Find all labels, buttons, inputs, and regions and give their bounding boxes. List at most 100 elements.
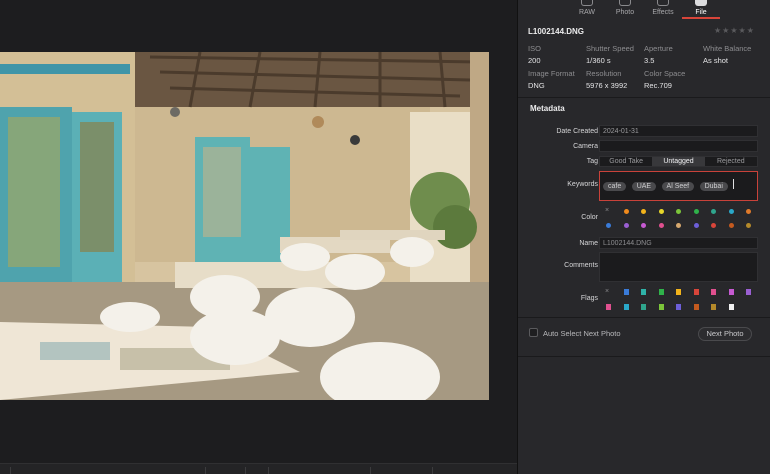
flag-icon[interactable] [658, 304, 664, 310]
inspector-tabs: RAW Photo Effects File [518, 0, 770, 19]
date-created-field[interactable]: 2024-01-31 [599, 125, 758, 137]
tag-option-good-take[interactable]: Good Take [600, 157, 652, 166]
viewer-toolbar [0, 463, 517, 474]
app-window: RAW Photo Effects File L1002144.DNG ★★★★… [0, 0, 770, 474]
flag-icon[interactable] [658, 289, 664, 295]
keyword-chip[interactable]: Dubai [699, 182, 728, 191]
keywords-field[interactable]: cafe UAE Al Seef Dubai [599, 171, 758, 201]
resolution-label: Resolution [586, 69, 622, 78]
image-format-label: Image Format [528, 69, 575, 78]
photo-image [0, 52, 489, 400]
name-field[interactable]: L1002144.DNG [599, 237, 758, 249]
white-balance-label: White Balance [703, 44, 752, 53]
comments-label: Comments [564, 262, 598, 269]
divider [518, 356, 770, 357]
toolbar-icon[interactable] [432, 467, 433, 474]
keyword-chip[interactable]: UAE [631, 182, 657, 191]
color-none-option[interactable]: × [605, 207, 609, 214]
flag-icon[interactable] [623, 304, 629, 310]
color-label: Color [581, 214, 598, 221]
shutter-value: 1/360 s [586, 56, 611, 65]
flag-icon[interactable] [693, 289, 699, 295]
metadata-section-title: Metadata [530, 104, 565, 113]
toolbar-icon[interactable] [205, 467, 206, 474]
flag-icon[interactable] [676, 304, 681, 310]
color-swatch[interactable] [728, 209, 734, 214]
divider [518, 317, 770, 318]
iso-label: ISO [528, 44, 541, 53]
flag-icon[interactable] [623, 289, 629, 295]
auto-select-checkbox[interactable] [529, 328, 538, 337]
tag-option-rejected[interactable]: Rejected [705, 157, 757, 166]
toolbar-icon[interactable] [268, 467, 269, 474]
inspector-panel: RAW Photo Effects File L1002144.DNG ★★★★… [517, 0, 770, 474]
color-swatch[interactable] [711, 223, 716, 228]
resolution-value: 5976 x 3992 [586, 81, 628, 90]
iso-value: 200 [528, 56, 541, 65]
next-photo-button[interactable]: Next Photo [698, 327, 752, 341]
color-swatch[interactable] [658, 209, 664, 214]
color-swatch[interactable] [658, 223, 664, 228]
photo-icon [619, 0, 631, 6]
color-swatch[interactable] [641, 223, 646, 228]
keywords-label: Keywords [567, 181, 598, 188]
color-swatch[interactable] [693, 209, 699, 214]
color-swatch[interactable] [728, 223, 734, 228]
white-balance-value: As shot [703, 56, 729, 65]
aperture-value: 3.5 [644, 56, 655, 65]
flag-icon[interactable] [728, 304, 734, 310]
color-swatch[interactable] [641, 209, 646, 214]
shutter-label: Shutter Speed [586, 44, 634, 53]
color-swatch[interactable] [606, 223, 611, 228]
color-swatch[interactable] [623, 209, 629, 214]
effects-icon [657, 0, 669, 6]
keyword-chip[interactable]: cafe [603, 182, 627, 191]
color-swatch[interactable] [746, 209, 751, 214]
tab-effects[interactable]: Effects [649, 0, 677, 19]
flags-label: Flags [580, 295, 598, 302]
color-swatch[interactable] [676, 223, 681, 228]
keyword-chip[interactable]: Al Seef [661, 182, 695, 191]
flag-icon[interactable] [606, 304, 611, 310]
auto-select-label: Auto Select Next Photo [543, 329, 621, 338]
file-name-title: L1002144.DNG [528, 27, 585, 36]
flag-icon[interactable] [641, 304, 646, 310]
aperture-label: Aperture [644, 44, 673, 53]
tag-segmented-control: Good Take Untagged Rejected [599, 156, 758, 167]
toolbar-icon[interactable] [10, 467, 11, 474]
comments-field[interactable] [599, 252, 758, 282]
text-caret [733, 178, 735, 189]
flag-icon[interactable] [746, 289, 751, 295]
camera-label: Camera [573, 143, 598, 150]
divider [518, 97, 770, 98]
color-swatch[interactable] [711, 209, 716, 214]
color-swatch[interactable] [693, 223, 699, 228]
flag-icon[interactable] [711, 304, 716, 310]
tag-label: Tag [586, 158, 598, 165]
flag-icon[interactable] [711, 289, 716, 295]
flag-icon[interactable] [693, 304, 699, 310]
toolbar-icon[interactable] [245, 467, 246, 474]
file-icon [695, 0, 707, 6]
flag-icon[interactable] [676, 289, 681, 295]
flag-icon[interactable] [641, 289, 646, 295]
tab-raw[interactable]: RAW [576, 0, 598, 19]
flag-none-option[interactable]: × [605, 288, 609, 295]
tab-photo[interactable]: Photo [614, 0, 636, 19]
color-swatch[interactable] [623, 223, 629, 228]
color-swatch[interactable] [746, 223, 751, 228]
photo-preview[interactable] [0, 52, 489, 400]
color-space-label: Color Space [644, 69, 686, 78]
image-viewer [0, 0, 517, 474]
rating-stars[interactable]: ★★★★★ [714, 26, 755, 35]
flag-icon[interactable] [728, 289, 734, 295]
color-swatch[interactable] [676, 209, 681, 214]
color-space-value: Rec.709 [644, 81, 672, 90]
tag-option-untagged[interactable]: Untagged [652, 157, 705, 166]
active-tab-indicator [682, 17, 720, 19]
camera-field[interactable] [599, 140, 758, 152]
name-label: Name [579, 240, 598, 247]
image-format-value: DNG [528, 81, 545, 90]
toolbar-icon[interactable] [370, 467, 371, 474]
date-created-label: Date Created [556, 128, 598, 135]
